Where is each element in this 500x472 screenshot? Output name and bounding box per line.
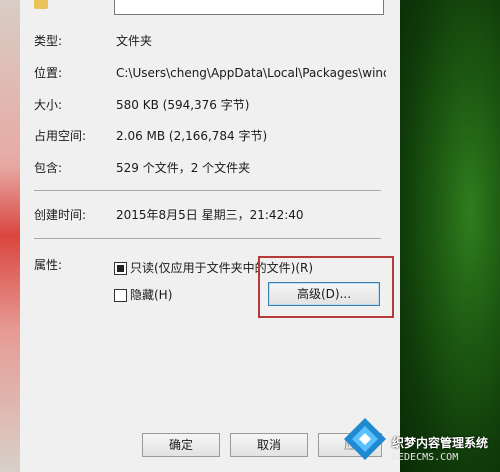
hidden-label[interactable]: 隐藏(H): [130, 287, 172, 303]
separator: [34, 238, 381, 239]
contains-label: 包含:: [34, 161, 63, 175]
created-value: 2015年8月5日 星期三，21:42:40: [116, 208, 304, 222]
size-label: 大小:: [34, 98, 63, 112]
folder-name-field[interactable]: [114, 0, 384, 15]
watermark-url: DEDECMS.COM: [392, 452, 459, 463]
separator: [34, 190, 381, 191]
watermark-text: 织梦内容管理系统: [392, 436, 489, 450]
contains-value: 529 个文件，2 个文件夹: [116, 161, 251, 175]
properties-dialog: 类型: 文件夹 位置: C:\Users\cheng\AppData\Local…: [20, 0, 400, 472]
hidden-checkbox[interactable]: [114, 289, 127, 302]
folder-icon: [34, 0, 48, 9]
highlight-box: [258, 256, 394, 318]
size-on-disk-value: 2.06 MB (2,166,784 字节): [116, 129, 268, 143]
background-right: [400, 0, 500, 472]
watermark: 织梦内容管理系统 DEDECMS.COM: [342, 412, 500, 472]
location-value[interactable]: C:\Users\cheng\AppData\Local\Packages\wi…: [116, 64, 386, 82]
type-label: 类型:: [34, 34, 63, 48]
size-on-disk-label: 占用空间:: [34, 129, 87, 143]
readonly-checkbox[interactable]: [114, 262, 127, 275]
type-value: 文件夹: [116, 34, 153, 48]
cancel-button[interactable]: 取消: [230, 433, 308, 457]
location-label: 位置:: [34, 66, 63, 80]
watermark-logo-icon: [344, 418, 386, 460]
ok-button[interactable]: 确定: [142, 433, 220, 457]
attributes-label: 属性:: [34, 258, 63, 272]
size-value: 580 KB (594,376 字节): [116, 98, 250, 112]
created-label: 创建时间:: [34, 208, 87, 222]
